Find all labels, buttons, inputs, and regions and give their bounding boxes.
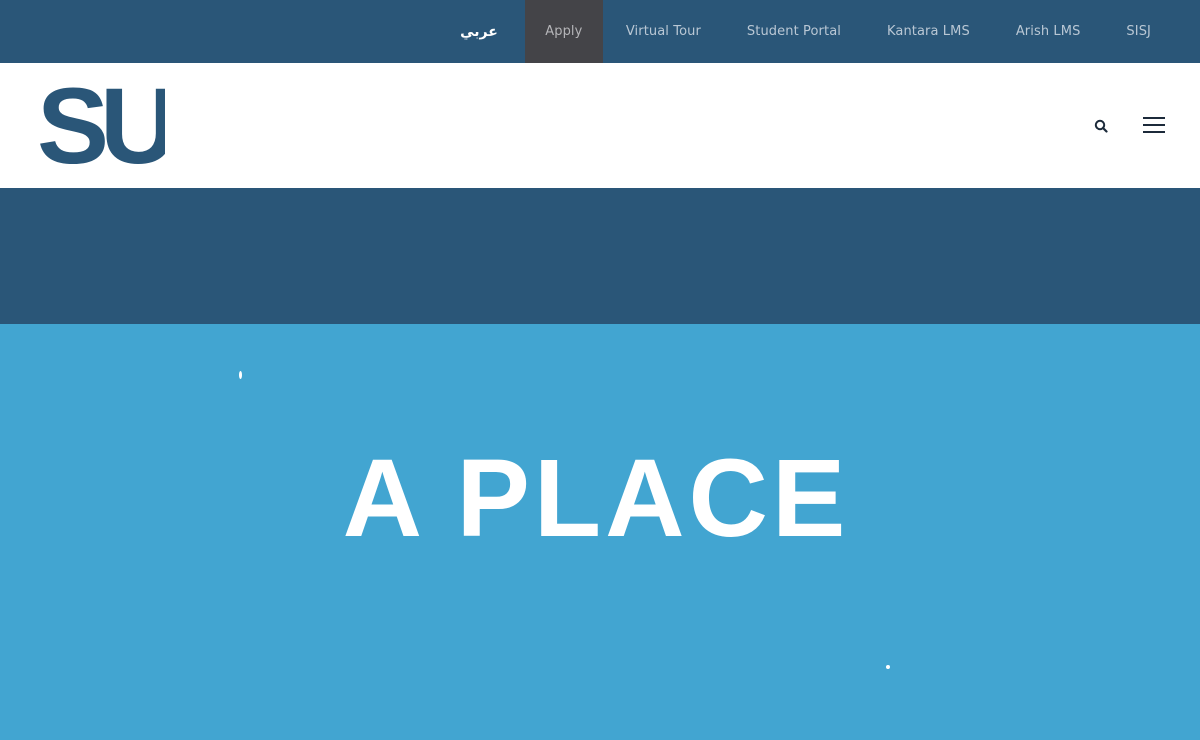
hamburger-line bbox=[1143, 124, 1165, 126]
search-button[interactable] bbox=[1090, 115, 1112, 137]
hero-top-band bbox=[0, 188, 1200, 324]
search-icon bbox=[1094, 119, 1108, 133]
nav-virtual-tour[interactable]: Virtual Tour bbox=[603, 0, 724, 63]
nav-student-portal[interactable]: Student Portal bbox=[724, 0, 864, 63]
su-logo[interactable]: SU bbox=[37, 65, 181, 186]
nav-arish-lms[interactable]: Arish LMS bbox=[993, 0, 1104, 63]
su-logo-mark: SU bbox=[37, 65, 181, 186]
hamburger-menu-button[interactable] bbox=[1140, 113, 1168, 137]
logo-text: SU bbox=[39, 75, 165, 175]
confetti-dot bbox=[886, 665, 890, 669]
hamburger-menu-icon bbox=[1143, 117, 1165, 119]
top-utility-bar: عربي Apply Virtual Tour Student Portal K… bbox=[0, 0, 1200, 63]
hero-banner: A PLACE bbox=[0, 324, 1200, 740]
nav-kantara-lms[interactable]: Kantara LMS bbox=[864, 0, 993, 63]
confetti-dot bbox=[239, 371, 242, 379]
hero-headline: A PLACE bbox=[342, 437, 850, 560]
nav-apply[interactable]: Apply bbox=[524, 0, 603, 63]
top-nav: عربي Apply Virtual Tour Student Portal K… bbox=[437, 0, 1174, 63]
nav-sisj[interactable]: SISJ bbox=[1103, 0, 1174, 63]
site-header: SU bbox=[0, 63, 1200, 188]
hamburger-line bbox=[1143, 131, 1165, 133]
nav-arabic[interactable]: عربي bbox=[437, 0, 525, 63]
